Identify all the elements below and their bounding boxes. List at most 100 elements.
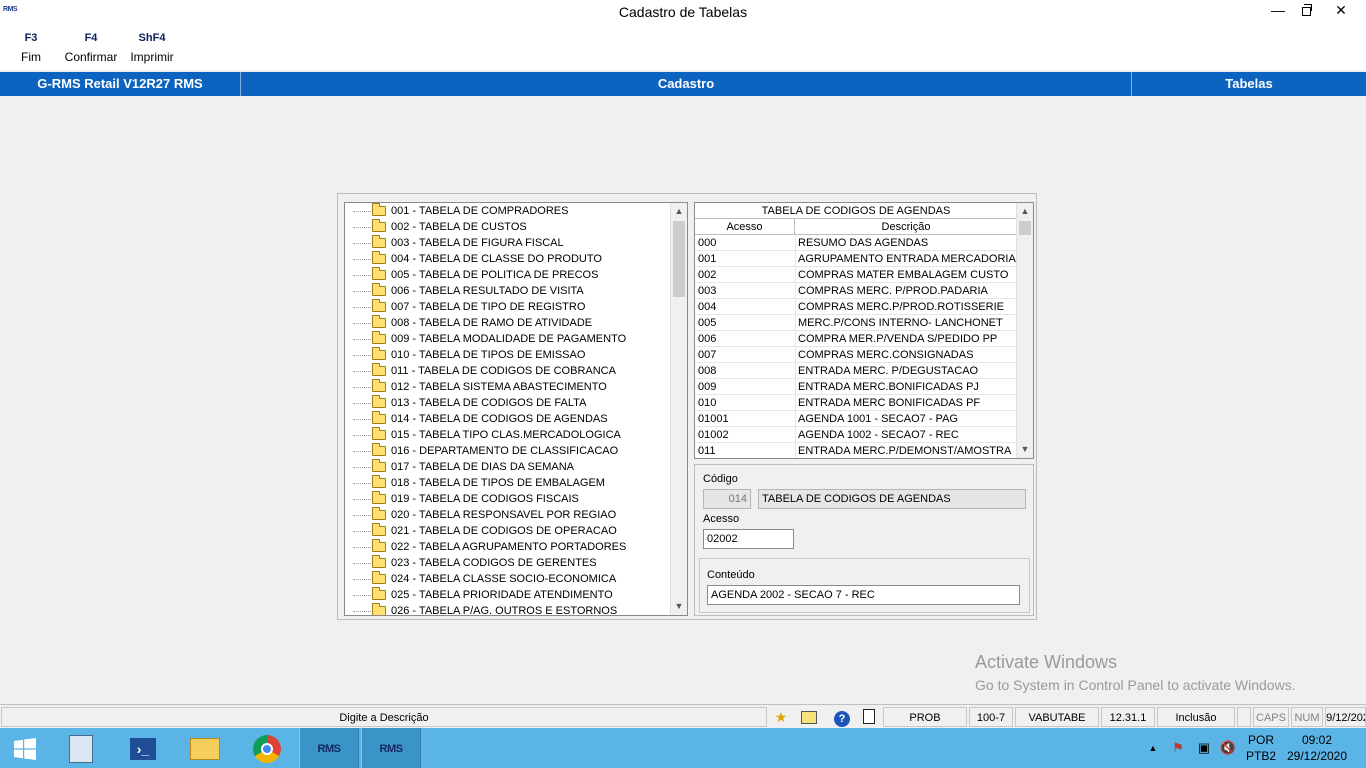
table-row[interactable]: 002 COMPRAS MATER EMBALAGEM CUSTO bbox=[695, 267, 1017, 283]
tree-item-label: 025 - TABELA PRIORIDADE ATENDIMENTO bbox=[391, 589, 613, 601]
table-row[interactable]: 004 COMPRAS MERC.P/PROD.ROTISSERIE bbox=[695, 299, 1017, 315]
table-row[interactable]: 01001 AGENDA 1001 - SECAO7 - PAG bbox=[695, 411, 1017, 427]
conteudo-field[interactable]: AGENDA 2002 - SECAO 7 - REC bbox=[707, 585, 1020, 605]
tree-scrollbar[interactable]: ▲ ▼ bbox=[670, 203, 687, 615]
server-manager-icon[interactable] bbox=[52, 728, 110, 768]
cell-descricao: ENTRADA MERC BONIFICADAS PF bbox=[798, 397, 981, 409]
column-divider bbox=[795, 315, 796, 331]
volume-muted-icon[interactable]: 🔇 bbox=[1216, 728, 1240, 768]
tree-item[interactable]: 021 - TABELA DE CODIGOS DE OPERACAO bbox=[345, 523, 671, 539]
grid-scroll-down-icon[interactable]: ▼ bbox=[1017, 441, 1033, 458]
cell-descricao: AGRUPAMENTO ENTRADA MERCADORIA bbox=[798, 253, 1016, 265]
cell-acesso: 002 bbox=[698, 269, 717, 281]
table-row[interactable]: 011 ENTRADA MERC.P/DEMONST/AMOSTRA bbox=[695, 443, 1017, 458]
table-row[interactable]: 009 ENTRADA MERC.BONIFICADAS PJ bbox=[695, 379, 1017, 395]
tree-item-label: 015 - TABELA TIPO CLAS.MERCADOLOGICA bbox=[391, 429, 621, 441]
chrome-icon[interactable] bbox=[238, 728, 296, 768]
tree-item[interactable]: 012 - TABELA SISTEMA ABASTECIMENTO bbox=[345, 379, 671, 395]
tree-item-label: 007 - TABELA DE TIPO DE REGISTRO bbox=[391, 301, 586, 313]
table-row[interactable]: 01002 AGENDA 1002 - SECAO7 - REC bbox=[695, 427, 1017, 443]
clock[interactable]: 09:02 29/12/2020 bbox=[1280, 728, 1354, 768]
tree-item[interactable]: 020 - TABELA RESPONSAVEL POR REGIAO bbox=[345, 507, 671, 523]
tree-item[interactable]: 005 - TABELA DE POLITICA DE PRECOS bbox=[345, 267, 671, 283]
tree-item[interactable]: 026 - TABELA P/AG. OUTROS E ESTORNOS bbox=[345, 603, 671, 615]
section-name: Tabelas bbox=[1225, 76, 1273, 91]
cell-acesso: 007 bbox=[698, 349, 717, 361]
favorite-star-icon[interactable]: ★ bbox=[769, 707, 793, 727]
close-button[interactable]: ✕ bbox=[1318, 0, 1364, 20]
acesso-field[interactable]: 02002 bbox=[703, 529, 794, 549]
network-icon[interactable]: ▣ bbox=[1192, 728, 1216, 768]
tree-item[interactable]: 019 - TABELA DE CODIGOS FISCAIS bbox=[345, 491, 671, 507]
column-header-acesso[interactable]: Acesso bbox=[695, 219, 795, 235]
tree-item[interactable]: 025 - TABELA PRIORIDADE ATENDIMENTO bbox=[345, 587, 671, 603]
table-row[interactable]: 001 AGRUPAMENTO ENTRADA MERCADORIA bbox=[695, 251, 1017, 267]
clock-date: 29/12/2020 bbox=[1286, 749, 1348, 763]
table-row[interactable]: 005 MERC.P/CONS INTERNO- LANCHONET bbox=[695, 315, 1017, 331]
table-row[interactable]: 008 ENTRADA MERC. P/DEGUSTACAO bbox=[695, 363, 1017, 379]
input-language[interactable]: POR PTB2 bbox=[1242, 728, 1280, 768]
tree-item[interactable]: 014 - TABELA DE CODIGOS DE AGENDAS bbox=[345, 411, 671, 427]
language-code: POR bbox=[1247, 733, 1274, 747]
tree-item[interactable]: 013 - TABELA DE CODIGOS DE FALTA bbox=[345, 395, 671, 411]
maximize-button[interactable] bbox=[1292, 0, 1320, 20]
table-row[interactable]: 010 ENTRADA MERC BONIFICADAS PF bbox=[695, 395, 1017, 411]
cell-acesso: 009 bbox=[698, 381, 717, 393]
scroll-thumb[interactable] bbox=[673, 221, 685, 297]
file-explorer-icon[interactable] bbox=[176, 728, 234, 768]
tree-item[interactable]: 008 - TABELA DE RAMO DE ATIVIDADE bbox=[345, 315, 671, 331]
table-row[interactable]: 007 COMPRAS MERC.CONSIGNADAS bbox=[695, 347, 1017, 363]
imprimir-button[interactable]: ShF4 Imprimir bbox=[126, 32, 178, 64]
cell-acesso: 005 bbox=[698, 317, 717, 329]
tree-item[interactable]: 015 - TABELA TIPO CLAS.MERCADOLOGICA bbox=[345, 427, 671, 443]
rms-task-1[interactable]: RMS bbox=[299, 728, 359, 768]
agendas-grid[interactable]: TABELA DE CODIGOS DE AGENDAS Acesso Desc… bbox=[694, 202, 1034, 459]
window-list-icon[interactable] bbox=[794, 707, 824, 727]
scroll-down-icon[interactable]: ▼ bbox=[671, 598, 687, 615]
tray-expand-icon[interactable]: ▲ bbox=[1146, 728, 1160, 768]
tree-item-label: 001 - TABELA DE COMPRADORES bbox=[391, 205, 569, 217]
tree-item[interactable]: 011 - TABELA DE CODIGOS DE COBRANCA bbox=[345, 363, 671, 379]
tree-item[interactable]: 010 - TABELA DE TIPOS DE EMISSAO bbox=[345, 347, 671, 363]
help-icon[interactable]: ? bbox=[830, 707, 854, 727]
tree-item[interactable]: 006 - TABELA RESULTADO DE VISITA bbox=[345, 283, 671, 299]
tree-item[interactable]: 009 - TABELA MODALIDADE DE PAGAMENTO bbox=[345, 331, 671, 347]
status-code: 100-7 bbox=[969, 707, 1013, 727]
cell-descricao: AGENDA 1001 - SECAO7 - PAG bbox=[798, 413, 958, 425]
grid-scrollbar[interactable]: ▲ ▼ bbox=[1016, 203, 1033, 458]
tree-item[interactable]: 024 - TABELA CLASSE SOCIO-ECONOMICA bbox=[345, 571, 671, 587]
tree-item[interactable]: 018 - TABELA DE TIPOS DE EMBALAGEM bbox=[345, 475, 671, 491]
tree-item[interactable]: 017 - TABELA DE DIAS DA SEMANA bbox=[345, 459, 671, 475]
table-row[interactable]: 006 COMPRA MER.P/VENDA S/PEDIDO PP bbox=[695, 331, 1017, 347]
start-button[interactable] bbox=[0, 728, 50, 768]
tree-item[interactable]: 004 - TABELA DE CLASSE DO PRODUTO bbox=[345, 251, 671, 267]
table-row[interactable]: 003 COMPRAS MERC. P/PROD.PADARIA bbox=[695, 283, 1017, 299]
edit-form: Código 014 TABELA DE CODIGOS DE AGENDAS … bbox=[694, 464, 1034, 616]
tree-item[interactable]: 007 - TABELA DE TIPO DE REGISTRO bbox=[345, 299, 671, 315]
column-divider bbox=[795, 411, 796, 427]
folder-icon bbox=[372, 475, 386, 488]
folder-icon bbox=[372, 363, 386, 376]
table-row[interactable]: 000 RESUMO DAS AGENDAS bbox=[695, 235, 1017, 251]
tree-item[interactable]: 001 - TABELA DE COMPRADORES bbox=[345, 203, 671, 219]
cell-descricao: ENTRADA MERC. P/DEGUSTACAO bbox=[798, 365, 979, 377]
confirmar-button[interactable]: F4 Confirmar bbox=[61, 32, 121, 64]
grid-scroll-thumb[interactable] bbox=[1019, 221, 1031, 235]
minimize-button[interactable]: — bbox=[1264, 0, 1292, 20]
column-header-descricao[interactable]: Descrição bbox=[795, 219, 1017, 235]
folder-icon bbox=[372, 571, 386, 584]
tree-item[interactable]: 023 - TABELA CODIGOS DE GERENTES bbox=[345, 555, 671, 571]
action-center-alert-icon[interactable]: ⚑ bbox=[1166, 728, 1190, 768]
grid-scroll-up-icon[interactable]: ▲ bbox=[1017, 203, 1033, 220]
tree-item[interactable]: 002 - TABELA DE CUSTOS bbox=[345, 219, 671, 235]
tree-item[interactable]: 022 - TABELA AGRUPAMENTO PORTADORES bbox=[345, 539, 671, 555]
fim-button[interactable]: F3 Fim bbox=[15, 32, 47, 64]
scroll-up-icon[interactable]: ▲ bbox=[671, 203, 687, 220]
tree-item[interactable]: 003 - TABELA DE FIGURA FISCAL bbox=[345, 235, 671, 251]
clipboard-icon[interactable] bbox=[857, 707, 881, 727]
cell-descricao: COMPRAS MERC. P/PROD.PADARIA bbox=[798, 285, 988, 297]
powershell-icon[interactable]: ›_ bbox=[114, 728, 172, 768]
table-tree[interactable]: 001 - TABELA DE COMPRADORES 002 - TABELA … bbox=[344, 202, 688, 616]
rms-task-2[interactable]: RMS bbox=[361, 728, 421, 768]
tree-item[interactable]: 016 - DEPARTAMENTO DE CLASSIFICACAO bbox=[345, 443, 671, 459]
